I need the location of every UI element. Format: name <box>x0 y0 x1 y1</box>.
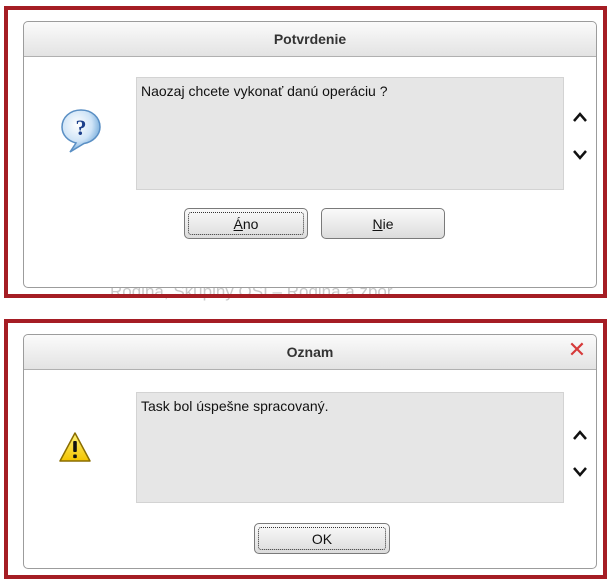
dialog-title: Oznam <box>286 344 334 360</box>
confirm-dialog: Potvrdenie ? Naozaj chcete vykonať danú … <box>23 21 597 288</box>
dialog-titlebar[interactable]: Oznam ✕ <box>24 335 596 370</box>
message-text: Task bol úspešne spracovaný. <box>141 398 329 414</box>
message-box: Naozaj chcete vykonať danú operáciu ? <box>136 77 564 190</box>
dialog-title: Potvrdenie <box>273 31 347 47</box>
warning-icon <box>59 432 91 462</box>
highlight-frame-confirm: Potvrdenie ? Naozaj chcete vykonať danú … <box>4 6 607 298</box>
notice-dialog: Oznam ✕ Task bol úspešne spracovaný. OK <box>23 334 597 569</box>
scroll-up-icon[interactable] <box>569 107 591 129</box>
ok-button[interactable]: OK <box>254 523 390 554</box>
svg-text:?: ? <box>76 115 87 140</box>
yes-button[interactable]: Áno <box>184 208 308 239</box>
question-icon: ? <box>61 109 101 153</box>
message-box: Task bol úspešne spracovaný. <box>136 392 564 503</box>
no-button-label: Nie <box>372 215 394 232</box>
scroll-down-icon[interactable] <box>569 143 591 165</box>
ok-button-label: OK <box>311 530 333 547</box>
dialog-titlebar[interactable]: Potvrdenie <box>24 22 596 57</box>
close-icon[interactable]: ✕ <box>566 339 588 361</box>
message-text: Naozaj chcete vykonať danú operáciu ? <box>141 83 388 99</box>
no-button[interactable]: Nie <box>321 208 445 239</box>
scroll-up-icon[interactable] <box>569 425 591 447</box>
scroll-down-icon[interactable] <box>569 460 591 482</box>
yes-button-label: Áno <box>233 215 259 232</box>
highlight-frame-notice: Oznam ✕ Task bol úspešne spracovaný. OK <box>4 319 607 579</box>
